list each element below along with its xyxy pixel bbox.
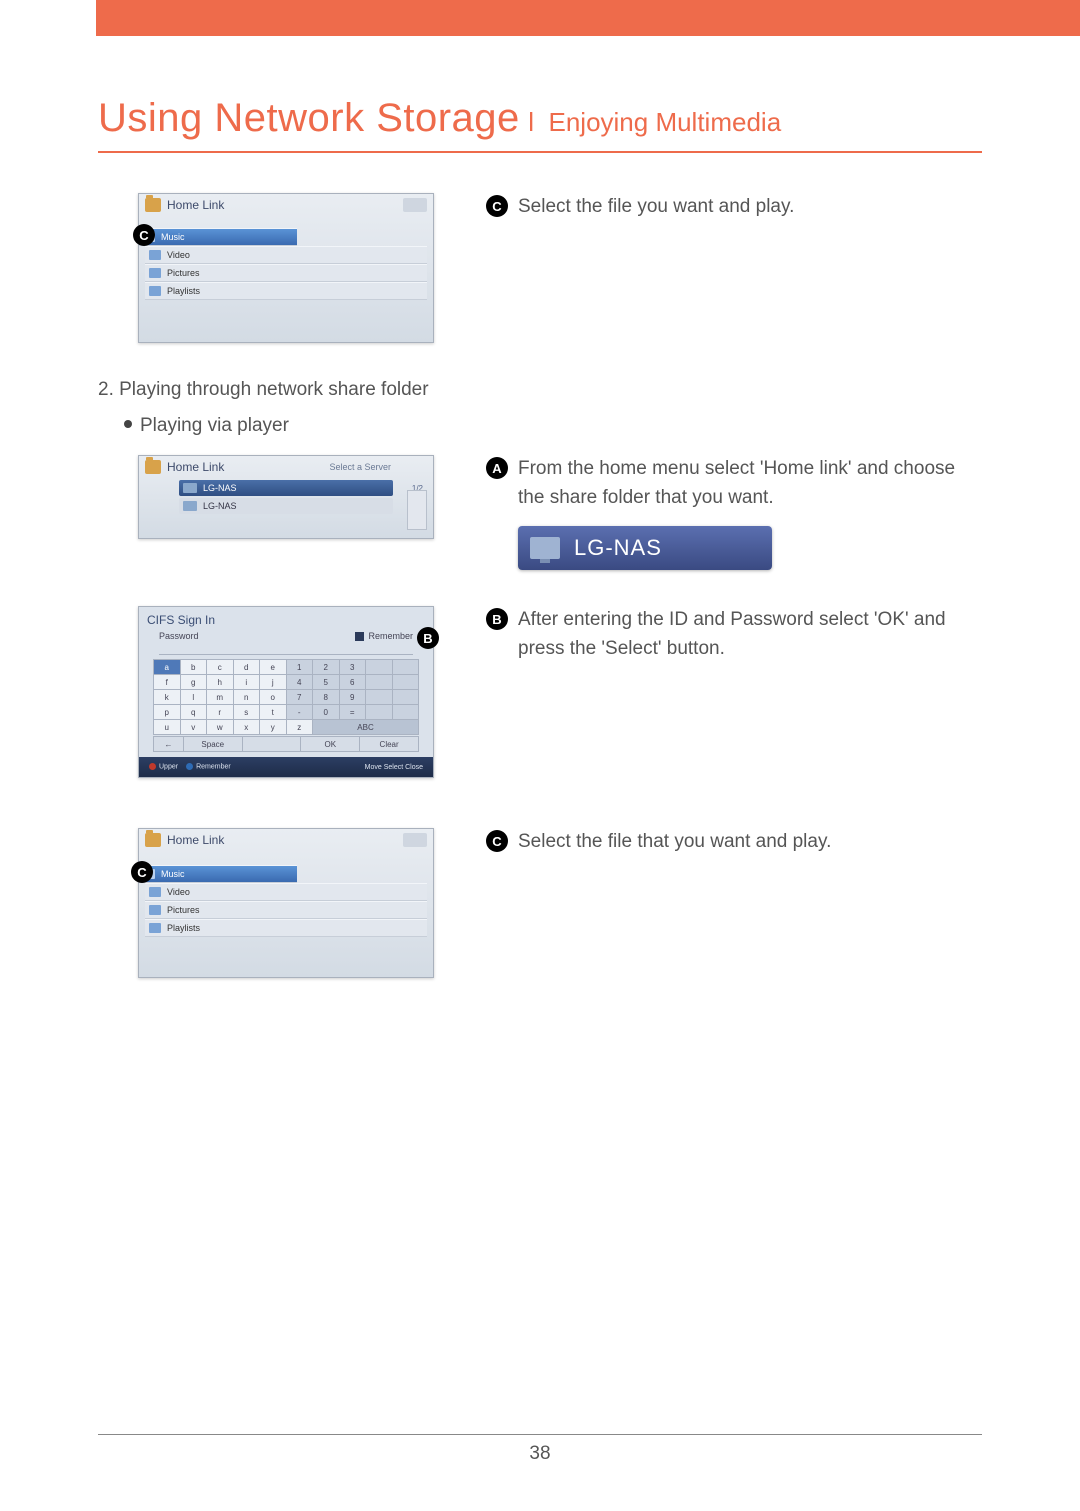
folder-icon [145, 833, 161, 847]
list-item: Pictures [145, 901, 427, 919]
arrow-icon [403, 833, 427, 847]
callout-b-icon: B [417, 627, 439, 649]
scrollbar [407, 490, 427, 530]
list-item: Music [139, 865, 297, 883]
screenshot-cifs-signin: CIFS Sign In B Password Remember abcde12… [138, 606, 434, 778]
header-orange-bar [0, 0, 1080, 36]
page-content: Using Network Storage l Enjoying Multime… [0, 36, 1080, 978]
folder-icon [145, 460, 161, 474]
list-item: Video [145, 883, 427, 901]
bullet-playing-via-player: Playing via player [124, 415, 982, 437]
screenshot-home-link-1: Home Link C Music Video Pictures Playlis… [138, 193, 434, 343]
callout-c-icon: C [486, 195, 508, 217]
list-item: Pictures [145, 264, 427, 282]
callout-c-icon: C [131, 861, 153, 883]
onscreen-keyboard: abcde123 fghij456 klmno789 pqrst-0= uvwx… [153, 659, 419, 735]
list-item: Music [139, 228, 297, 246]
remember-checkbox: Remember [355, 631, 413, 641]
step-b-text: After entering the ID and Password selec… [518, 606, 982, 663]
arrow-icon [403, 198, 427, 212]
callout-c-icon: C [133, 224, 155, 246]
callout-c-icon: C [486, 830, 508, 852]
row-step-b: CIFS Sign In B Password Remember abcde12… [98, 606, 982, 778]
lg-nas-badge: LG-NAS [518, 526, 772, 570]
callout-a-icon: A [486, 457, 508, 479]
lg-nas-label: LG-NAS [574, 535, 662, 561]
list-item: Playlists [145, 282, 427, 300]
server-row: LG-NAS [179, 498, 393, 514]
shot-title: Home Link [167, 460, 224, 474]
row-step-a: Home Link Select a Server 1/2 LG-NAS LG-… [98, 455, 982, 570]
step-c-bottom-text: Select the file that you want and play. [518, 828, 831, 857]
password-label: Password [159, 631, 219, 641]
page-footer: 38 [98, 1434, 982, 1465]
monitor-icon [530, 537, 560, 559]
title-main: Using Network Storage [98, 96, 520, 140]
page-number: 38 [529, 1443, 550, 1464]
cifs-footer: UpperRemember Move Select Close [139, 757, 433, 777]
keyboard-bottom-row: ← Space OK Clear [153, 736, 419, 752]
callout-b-icon: B [486, 608, 508, 630]
shot-title: Home Link [167, 833, 224, 847]
page-title: Using Network Storage l Enjoying Multime… [98, 96, 982, 153]
server-row: LG-NAS [179, 480, 393, 496]
shot-subtitle: Select a Server [329, 462, 391, 472]
row-step-c-top: Home Link C Music Video Pictures Playlis… [98, 193, 982, 343]
cifs-title: CIFS Sign In [139, 607, 433, 629]
list-item: Playlists [145, 919, 427, 937]
bullet-icon [124, 420, 132, 428]
title-sub: Enjoying Multimedia [548, 107, 781, 137]
step-a-text: From the home menu select 'Home link' an… [518, 455, 982, 512]
shot-title: Home Link [167, 198, 224, 212]
row-step-c-bottom: Home Link C Music Video Pictures Playlis… [98, 828, 982, 978]
title-separator: l [528, 107, 534, 137]
folder-icon [145, 198, 161, 212]
screenshot-select-server: Home Link Select a Server 1/2 LG-NAS LG-… [138, 455, 434, 539]
list-item: Video [145, 246, 427, 264]
section-2-heading: 2. Playing through network share folder [98, 379, 982, 401]
step-c-top-text: Select the file you want and play. [518, 193, 794, 222]
screenshot-home-link-2: Home Link C Music Video Pictures Playlis… [138, 828, 434, 978]
